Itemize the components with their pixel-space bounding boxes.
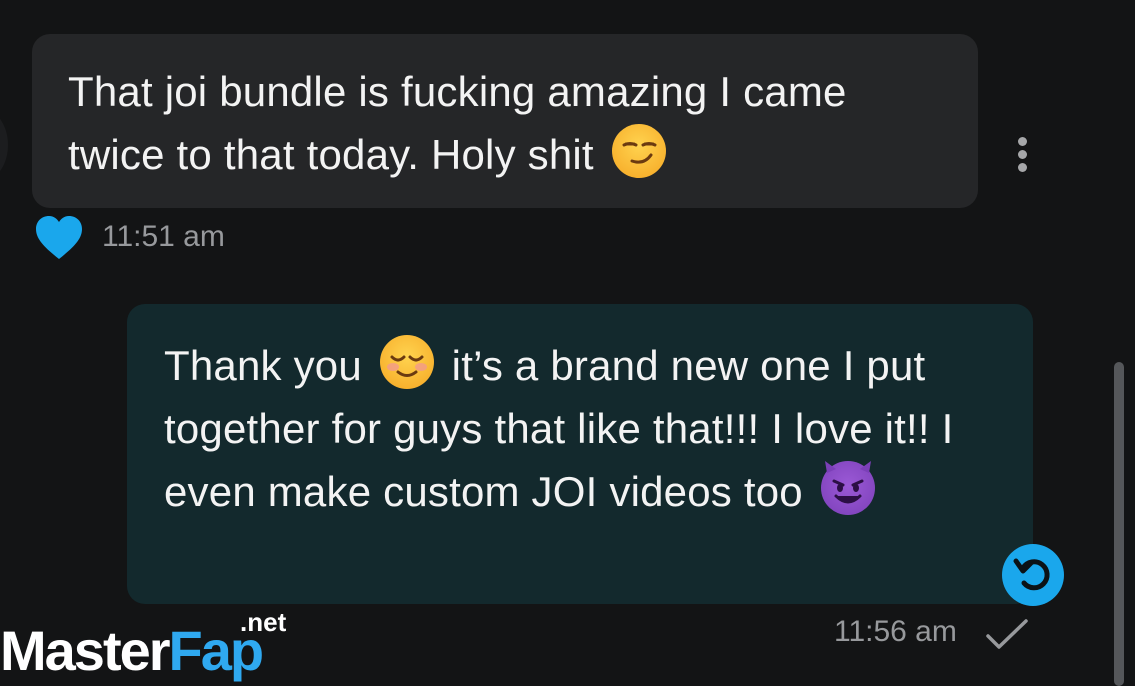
message-text: That joi bundle is fucking amazing I cam… (68, 68, 847, 178)
watermark-text: MasterFap (0, 619, 264, 682)
heart-reaction-icon[interactable] (34, 215, 84, 261)
smiling-face-with-horns-emoji-icon (820, 461, 875, 515)
smiling-face-emoji-icon (379, 335, 434, 389)
watermark-logo: MasterFap .net (0, 608, 320, 686)
message-text-part1: Thank you (164, 342, 362, 389)
message-timestamp: 11:56 am (834, 615, 957, 648)
more-options-icon[interactable] (1012, 135, 1034, 175)
watermark-tld: .net (240, 607, 287, 637)
avatar[interactable] (0, 110, 8, 180)
smirking-face-emoji-icon (611, 124, 666, 178)
message-bubble-incoming[interactable]: That joi bundle is fucking amazing I cam… (32, 34, 978, 208)
message-timestamp: 11:51 am (102, 220, 225, 253)
chat-screen: That joi bundle is fucking amazing I cam… (0, 0, 1135, 686)
message-bubble-outgoing[interactable]: Thank you it’s a brand new one I put tog… (127, 304, 1033, 604)
scrollbar[interactable] (1114, 362, 1124, 686)
reply-icon[interactable] (1002, 544, 1064, 606)
watermark-part1: Master (0, 619, 171, 682)
checkmark-icon (986, 618, 1028, 652)
